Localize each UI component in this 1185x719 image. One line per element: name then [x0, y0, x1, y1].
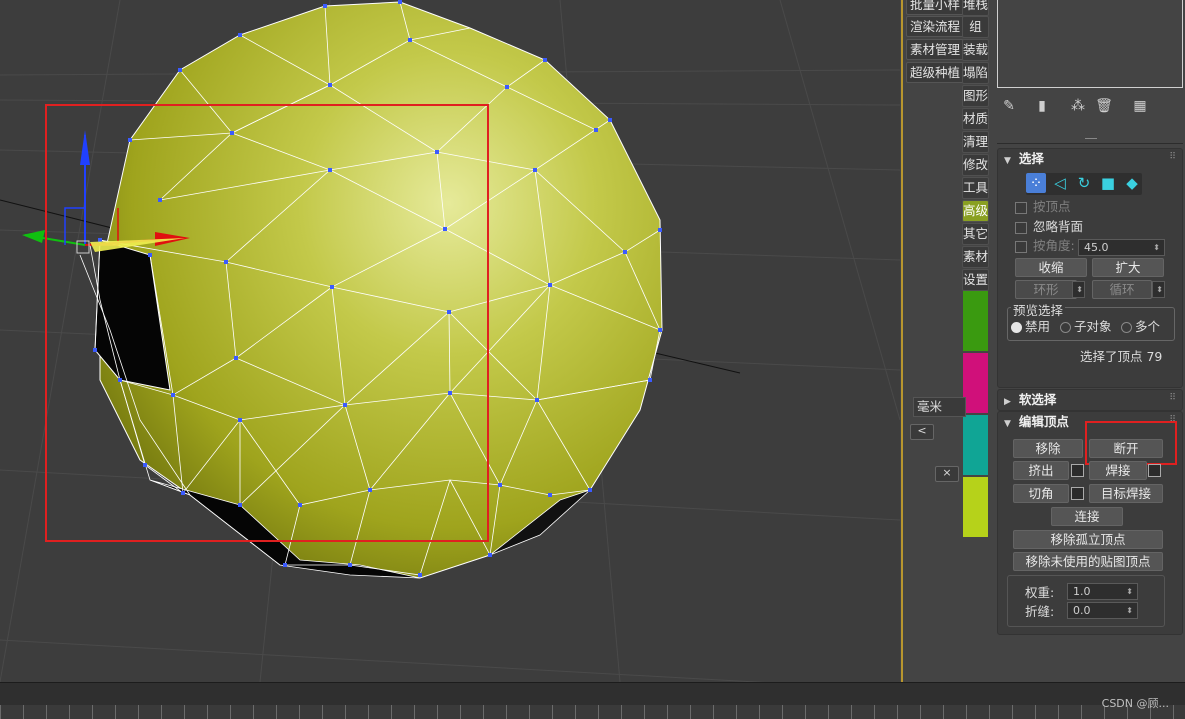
dock-item-render-flow[interactable]: 渲染流程 — [906, 16, 965, 37]
weld-button[interactable]: 焊接 — [1089, 461, 1147, 480]
dock-item-settings[interactable]: 设置 — [962, 269, 989, 291]
weight-spinner[interactable]: 1.0 ⬍ — [1067, 583, 1138, 600]
weight-label: 权重: — [1025, 585, 1055, 600]
dock-item-load[interactable]: 装载 — [962, 39, 989, 61]
target-weld-button[interactable]: 目标焊接 — [1089, 484, 1163, 503]
by-angle-checkbox[interactable]: 按角度: — [1015, 238, 1075, 254]
configure-sets-icon[interactable]: ▦ — [1131, 97, 1149, 115]
dock-item-tools[interactable]: 工具 — [962, 177, 989, 199]
extrude-button[interactable]: 挤出 — [1013, 461, 1069, 480]
edit-vertices-header[interactable]: ▼ 编辑顶点 — [1004, 413, 1069, 431]
color-swatch-teal[interactable] — [963, 415, 988, 475]
dock-item-advanced[interactable]: 高级 — [962, 200, 989, 222]
dock-item-material[interactable]: 材质 — [962, 108, 989, 130]
break-button[interactable]: 断开 — [1089, 439, 1163, 458]
divider — [997, 143, 1183, 144]
dock-item-collapse[interactable]: 塌陷 — [962, 62, 989, 84]
preview-disabled-radio[interactable]: 禁用 — [1011, 319, 1050, 335]
dock-item-group[interactable]: 组 — [962, 16, 989, 38]
dock-item-asset-manager[interactable]: 素材管理 — [906, 39, 965, 60]
border-mode-icon[interactable]: ↻ — [1074, 173, 1094, 193]
angle-spinner[interactable]: 45.0 ⬍ — [1078, 239, 1165, 256]
chamfer-button[interactable]: 切角 — [1013, 484, 1069, 503]
preview-subobject-radio[interactable]: 子对象 — [1060, 319, 1112, 335]
chamfer-settings-icon[interactable] — [1071, 487, 1084, 500]
dock-item-super-plant[interactable]: 超级种植 — [906, 62, 965, 83]
edge-mode-icon[interactable]: ◁ — [1050, 173, 1070, 193]
color-swatch-green[interactable] — [963, 291, 988, 351]
color-swatch-magenta[interactable] — [963, 353, 988, 413]
selection-rollout-header[interactable]: ▼ 选择 — [1004, 150, 1044, 168]
timeline[interactable]: CSDN @顾... — [0, 682, 1185, 719]
remove-modifier-icon[interactable]: 🗑 — [1095, 97, 1113, 115]
remove-isolated-vertices-button[interactable]: 移除孤立顶点 — [1013, 530, 1163, 549]
dock-item-shape[interactable]: 图形 — [962, 85, 989, 107]
by-vertex-checkbox[interactable]: 按顶点 — [1015, 199, 1071, 215]
unit-label: 毫米 — [913, 397, 966, 417]
element-mode-icon[interactable]: ◆ — [1122, 173, 1142, 193]
shrink-button[interactable]: 收缩 — [1015, 258, 1087, 277]
loop-button[interactable]: 循环 — [1092, 280, 1152, 299]
timeline-ruler[interactable] — [0, 705, 1185, 719]
dock-item-stack[interactable]: 堆栈 — [962, 0, 989, 16]
viewport-active-border — [901, 0, 903, 682]
weld-settings-icon[interactable] — [1148, 464, 1161, 477]
ring-spinner[interactable]: ⬍ — [1072, 281, 1085, 298]
dock-item-other[interactable]: 其它 — [962, 223, 989, 245]
modifier-stack-icon[interactable]: ▮ — [1033, 97, 1051, 115]
soft-selection-header[interactable]: ▶ 软选择 — [1004, 391, 1056, 409]
loop-spinner[interactable]: ⬍ — [1152, 281, 1165, 298]
polygon-mode-icon[interactable]: ■ — [1098, 173, 1118, 193]
extrude-settings-icon[interactable] — [1071, 464, 1084, 477]
ignore-backfacing-checkbox[interactable]: 忽略背面 — [1015, 219, 1083, 235]
crease-spinner[interactable]: 0.0 ⬍ — [1067, 602, 1138, 619]
selection-status: 选择了顶点 79 — [1080, 349, 1163, 364]
dock-item-clean[interactable]: 清理 — [962, 131, 989, 153]
close-icon[interactable]: × — [935, 466, 959, 482]
dock-item-modify[interactable]: 修改 — [962, 154, 989, 176]
preview-multiple-radio[interactable]: 多个 — [1121, 319, 1160, 335]
remove-button[interactable]: 移除 — [1013, 439, 1083, 458]
viewport-canvas[interactable] — [0, 0, 900, 682]
color-swatch-lime[interactable] — [963, 477, 988, 537]
pin-icon[interactable]: ✎ — [1000, 97, 1018, 115]
command-panel: ✎ ▮ ⁂ 🗑 ▦ ▼ 选择 ⠿ ⁘ ◁ ↻ ■ ◆ 按顶点 忽略背面 按角度: … — [995, 0, 1185, 682]
vertex-mode-icon[interactable]: ⁘ — [1026, 173, 1046, 193]
preview-selection-title: 预览选择 — [1011, 300, 1066, 319]
3d-viewport[interactable] — [0, 0, 900, 682]
sphere-mesh — [79, 0, 663, 579]
watermark: CSDN @顾... — [1101, 697, 1169, 710]
modifier-preview-box — [997, 0, 1183, 88]
show-end-result-icon[interactable]: ⁂ — [1069, 97, 1087, 115]
crease-label: 折缝: — [1025, 604, 1055, 619]
dock-item-batch[interactable]: 批量小样 — [906, 0, 965, 15]
grow-button[interactable]: 扩大 — [1092, 258, 1164, 277]
soft-selection-rollout: ▶ 软选择 ⠿ — [997, 389, 1183, 411]
connect-button[interactable]: 连接 — [1051, 507, 1123, 526]
ring-button[interactable]: 环形 — [1015, 280, 1077, 299]
dock-item-assets[interactable]: 素材 — [962, 246, 989, 268]
remove-unused-map-vertices-button[interactable]: 移除未使用的贴图顶点 — [1013, 552, 1163, 571]
collapse-back-button[interactable]: < — [910, 424, 934, 440]
